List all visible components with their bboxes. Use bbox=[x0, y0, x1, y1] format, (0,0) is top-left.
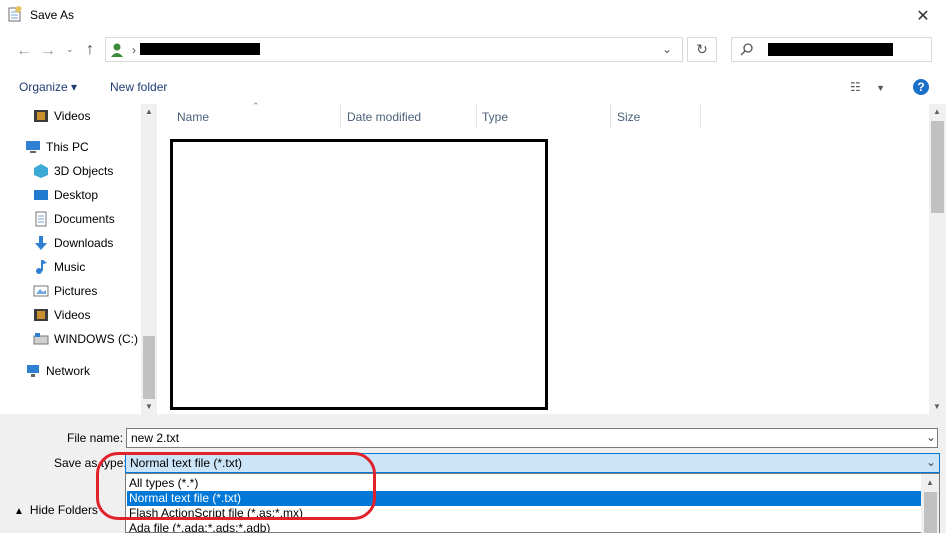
nav-item-downloads[interactable]: Downloads bbox=[33, 232, 113, 254]
breadcrumb-separator-icon: › bbox=[132, 43, 136, 57]
nav-label: Downloads bbox=[54, 236, 114, 250]
sort-arrow-icon: ⌃ bbox=[252, 101, 260, 111]
nav-item-3d-objects[interactable]: 3D Objects bbox=[33, 160, 113, 182]
chevron-down-icon: ▼ bbox=[876, 83, 886, 93]
refresh-button[interactable]: ↻ bbox=[687, 37, 717, 62]
forward-arrow-icon: → bbox=[40, 42, 56, 59]
3d-objects-icon bbox=[33, 163, 49, 179]
search-icon bbox=[740, 42, 754, 59]
scroll-up-icon[interactable]: ▲ bbox=[933, 107, 941, 116]
close-button[interactable]: ✕ bbox=[900, 0, 946, 31]
refresh-icon: ↻ bbox=[696, 41, 708, 57]
nav-label: Pictures bbox=[54, 284, 98, 298]
column-header-name[interactable]: Name bbox=[177, 110, 209, 124]
new-folder-button[interactable]: New folder bbox=[110, 80, 167, 94]
view-options-button[interactable]: ☷ ▼ bbox=[850, 80, 885, 94]
close-icon: ✕ bbox=[916, 7, 930, 25]
nav-item-network[interactable]: Network bbox=[25, 360, 90, 382]
network-icon bbox=[25, 363, 41, 379]
scroll-up-icon[interactable]: ▲ bbox=[926, 478, 934, 487]
dropdown-scrollbar-thumb[interactable] bbox=[924, 492, 937, 533]
search-redaction bbox=[768, 43, 893, 56]
user-folder-icon bbox=[110, 42, 124, 58]
organize-button[interactable]: Organize ▾ bbox=[19, 80, 77, 94]
file-name-input[interactable]: new 2.txt bbox=[126, 428, 938, 448]
column-separator bbox=[610, 104, 611, 128]
videos-icon bbox=[33, 307, 49, 323]
nav-item-documents[interactable]: Documents bbox=[33, 208, 115, 230]
chevron-down-icon[interactable]: ⌄ bbox=[926, 455, 936, 469]
nav-label: Documents bbox=[54, 212, 115, 226]
nav-item-videos-2[interactable]: Videos bbox=[33, 304, 90, 326]
details-view-icon: ☷ bbox=[850, 80, 861, 94]
scroll-down-icon[interactable]: ▼ bbox=[933, 402, 941, 411]
up-button[interactable]: ↑ bbox=[86, 41, 94, 59]
nav-scrollbar-thumb[interactable] bbox=[143, 336, 155, 399]
file-list-redaction bbox=[170, 139, 548, 410]
column-separator bbox=[476, 104, 477, 128]
column-header-date-modified[interactable]: Date modified bbox=[347, 110, 421, 124]
nav-label: This PC bbox=[46, 140, 89, 154]
nav-label: 3D Objects bbox=[54, 164, 114, 178]
file-name-label: File name: bbox=[67, 431, 124, 445]
forward-button[interactable]: → bbox=[38, 42, 58, 60]
title-bar bbox=[0, 0, 946, 31]
recent-locations-button[interactable]: ⌄ bbox=[66, 44, 74, 55]
column-header-type[interactable]: Type bbox=[482, 110, 508, 124]
help-icon: ? bbox=[917, 80, 925, 94]
notepad-icon bbox=[8, 5, 23, 22]
back-button[interactable]: ← bbox=[14, 42, 34, 60]
drive-icon bbox=[33, 331, 49, 347]
computer-icon bbox=[25, 139, 41, 155]
scroll-up-icon[interactable]: ▲ bbox=[145, 107, 153, 116]
window-title: Save As bbox=[30, 8, 75, 22]
column-header-size[interactable]: Size bbox=[617, 110, 640, 124]
videos-icon bbox=[33, 108, 49, 124]
hide-folders-button[interactable]: ▲ Hide Folders bbox=[14, 503, 98, 517]
nav-label: WINDOWS (C:) bbox=[54, 332, 138, 346]
documents-icon bbox=[33, 211, 49, 227]
nav-item-music[interactable]: Music bbox=[33, 256, 85, 278]
scroll-down-icon[interactable]: ▼ bbox=[145, 402, 153, 411]
highlight-annotation bbox=[96, 452, 376, 520]
address-redaction bbox=[140, 43, 260, 55]
nav-label: Videos bbox=[54, 308, 91, 322]
desktop-icon bbox=[33, 187, 49, 203]
navigation-pane: Videos This PC 3D Objects Desktop Docume… bbox=[0, 104, 157, 414]
nav-label: Music bbox=[54, 260, 86, 274]
nav-item-this-pc[interactable]: This PC bbox=[25, 136, 89, 158]
chevron-down-icon: ⌄ bbox=[662, 42, 673, 56]
nav-label: Desktop bbox=[54, 188, 99, 202]
nav-item-pictures[interactable]: Pictures bbox=[33, 280, 97, 302]
address-dropdown-button[interactable]: ⌄ bbox=[662, 42, 672, 56]
chevron-up-icon: ▲ bbox=[14, 506, 24, 517]
hide-folders-label: Hide Folders bbox=[29, 503, 98, 517]
music-icon bbox=[33, 259, 49, 275]
nav-item-windows-c[interactable]: WINDOWS (C:) bbox=[33, 328, 138, 350]
chevron-down-icon: ⌄ bbox=[66, 44, 74, 54]
file-list-scrollbar-thumb[interactable] bbox=[931, 121, 944, 213]
column-separator bbox=[340, 104, 341, 128]
dropdown-option[interactable]: Ada file (*.ada;*.ads;*.adb) bbox=[129, 521, 270, 532]
up-arrow-icon: ↑ bbox=[86, 41, 94, 58]
nav-label: Network bbox=[46, 364, 91, 378]
back-arrow-icon: ← bbox=[16, 42, 32, 59]
pictures-icon bbox=[33, 283, 49, 299]
chevron-down-icon[interactable]: ⌄ bbox=[926, 430, 936, 444]
downloads-icon bbox=[33, 235, 49, 251]
nav-item-videos[interactable]: Videos bbox=[33, 105, 90, 127]
nav-item-desktop[interactable]: Desktop bbox=[33, 184, 98, 206]
help-button[interactable]: ? bbox=[913, 79, 929, 95]
nav-label: Videos bbox=[54, 109, 91, 123]
column-separator bbox=[700, 104, 701, 128]
